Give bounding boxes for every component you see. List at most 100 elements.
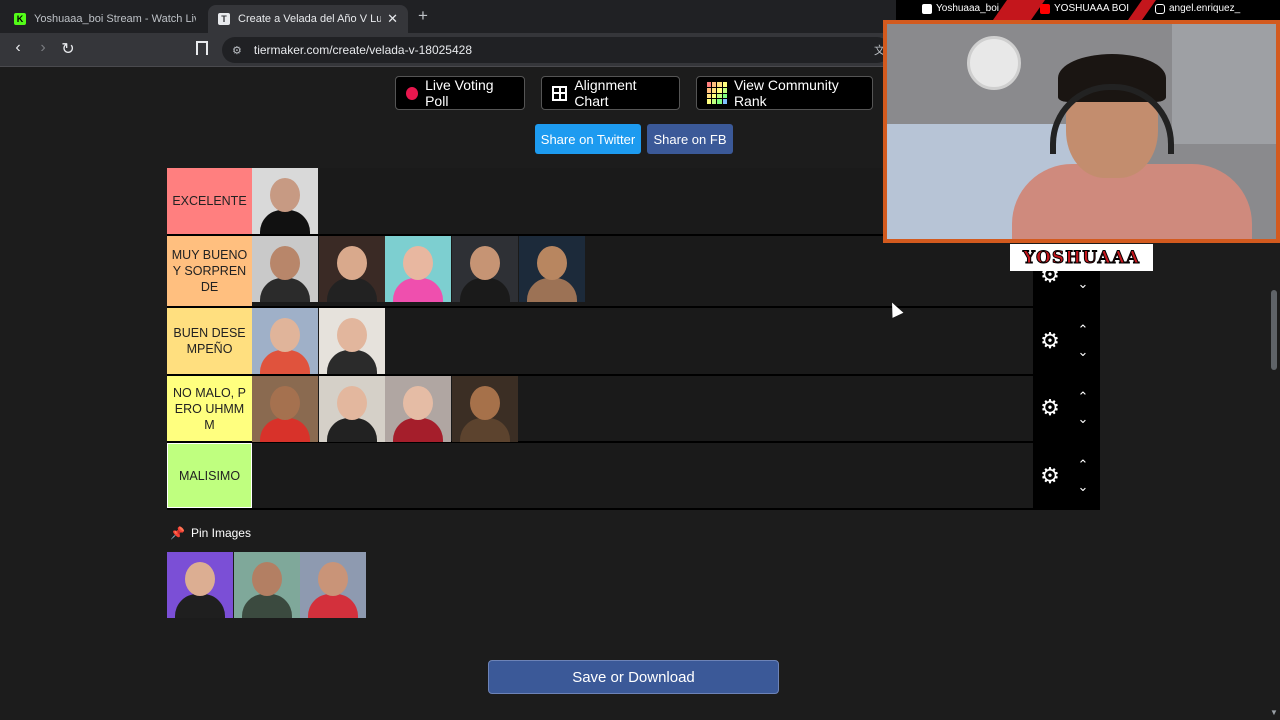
bookmark-icon[interactable]	[196, 41, 208, 55]
thumb-body	[308, 594, 359, 618]
thumb-head	[470, 386, 501, 420]
new-tab-button[interactable]: +	[418, 6, 428, 26]
tier-items[interactable]	[252, 376, 519, 442]
tier-image-thumb-3[interactable]	[385, 376, 452, 442]
reload-icon[interactable]: ↻	[57, 39, 79, 59]
thumb-head	[318, 562, 349, 596]
record-dot-icon	[406, 86, 419, 100]
move-down-chevron-icon[interactable]: ⌄	[1074, 480, 1092, 493]
tier-image-pin-thumb-2[interactable]	[233, 552, 300, 618]
thumb-head	[336, 318, 367, 352]
webcam-feed	[883, 20, 1280, 243]
scroll-down-arrow-icon[interactable]: ▼	[1270, 708, 1278, 717]
streamer	[1012, 54, 1252, 239]
thumb-body	[460, 418, 511, 442]
save-or-download-button[interactable]: Save or Download	[488, 660, 779, 694]
tab-title: Yoshuaaa_boi Stream - Watch Live on Kick	[34, 13, 196, 25]
thumb-head	[403, 386, 434, 420]
instagram-icon	[1155, 3, 1165, 14]
tier-image-thumb-1[interactable]	[252, 236, 318, 302]
tier-settings-gear-icon[interactable]: ⚙	[1039, 397, 1061, 419]
move-up-chevron-icon[interactable]: ⌃	[1074, 458, 1092, 471]
forward-icon[interactable]: ›	[32, 39, 54, 57]
thumb-head	[270, 318, 300, 352]
tier-items[interactable]	[252, 236, 585, 306]
tier-image-thumb-4[interactable]	[452, 376, 519, 442]
thumb-head	[270, 246, 300, 280]
thumb-head	[251, 562, 282, 596]
webcam-scene	[887, 24, 1276, 239]
tier-image-thumb-2[interactable]	[318, 376, 385, 442]
thumb-body	[526, 278, 577, 302]
pin-images-label: Pin Images	[190, 526, 251, 540]
tier-label[interactable]: NO MALO, PERO UHMMM	[167, 376, 252, 441]
tiermaker-favicon-icon: T	[218, 13, 230, 25]
site-info-icon[interactable]: ⚙	[232, 44, 242, 57]
thumb-head	[403, 246, 434, 280]
back-icon[interactable]: ‹	[7, 39, 29, 57]
tier-items[interactable]	[252, 168, 319, 234]
thumb-head	[270, 386, 300, 420]
tier-image-thumb-1[interactable]	[252, 376, 318, 442]
tier-label[interactable]: MALISIMO	[167, 443, 252, 508]
tier-image-thumb-2[interactable]	[318, 308, 385, 374]
tier-row-no-malo: NO MALO, PERO UHMMM	[167, 376, 1033, 443]
tier-label[interactable]: MUY BUENO Y SORPRENDE	[167, 236, 252, 306]
move-down-chevron-icon[interactable]: ⌄	[1074, 345, 1092, 358]
pin-images-tray[interactable]	[167, 552, 367, 618]
tier-image-thumb-3[interactable]	[385, 236, 452, 302]
address-bar[interactable]: ⚙ tiermaker.com/create/velada-v-18025428	[222, 37, 890, 63]
move-up-chevron-icon[interactable]: ⌃	[1074, 390, 1092, 403]
tab-kick-stream[interactable]: K Yoshuaaa_boi Stream - Watch Live on Ki…	[4, 5, 206, 33]
tier-image-pin-thumb-3[interactable]	[300, 552, 367, 618]
thumb-head	[336, 386, 367, 420]
thumb-body	[175, 594, 225, 618]
share-twitter-button[interactable]: Share on Twitter	[535, 124, 641, 154]
tier-image-thumb-1[interactable]	[252, 168, 318, 234]
tier-image-thumb-1[interactable]	[252, 308, 318, 374]
color-grid-icon	[707, 82, 727, 104]
thumb-body	[241, 594, 292, 618]
tab-title: Create a Velada del Año V Lucha Tier Lis…	[238, 13, 382, 25]
move-down-chevron-icon[interactable]: ⌄	[1074, 412, 1092, 425]
button-label: Live Voting Poll	[425, 77, 494, 109]
share-fb-button[interactable]: Share on FB	[647, 124, 733, 154]
pushpin-icon: 📌	[170, 526, 185, 540]
view-community-rank-button[interactable]: View Community Rank	[696, 76, 873, 110]
tab-tiermaker[interactable]: T Create a Velada del Año V Lucha Tier L…	[208, 5, 408, 33]
grid-icon	[552, 85, 568, 101]
thumb-body	[260, 418, 310, 442]
thumb-head	[470, 246, 501, 280]
thumb-body	[460, 278, 511, 302]
tier-label[interactable]: EXCELENTE	[167, 168, 252, 234]
thumb-body	[260, 278, 310, 302]
live-voting-poll-button[interactable]: Live Voting Poll	[395, 76, 525, 110]
thumb-head	[270, 178, 300, 212]
tier-image-pin-thumb-1[interactable]	[167, 552, 233, 618]
thumb-body	[393, 418, 444, 442]
close-tab-icon[interactable]: ✕	[387, 11, 398, 27]
thumb-head	[536, 246, 567, 280]
move-down-chevron-icon[interactable]: ⌄	[1074, 277, 1092, 290]
tier-image-thumb-4[interactable]	[452, 236, 519, 302]
move-up-chevron-icon[interactable]: ⌃	[1074, 323, 1092, 336]
youtube-icon	[1040, 3, 1050, 14]
tier-label[interactable]: BUEN DESEMPEÑO	[167, 308, 252, 374]
tiktok-icon	[922, 3, 932, 14]
thumb-head	[185, 562, 215, 596]
thumb-head	[336, 246, 367, 280]
tier-items[interactable]	[252, 308, 385, 374]
youtube-name: YOSHUAAA BOI	[1054, 3, 1130, 14]
tier-settings-gear-icon[interactable]: ⚙	[1039, 330, 1061, 352]
tier-image-thumb-5[interactable]	[518, 236, 585, 302]
thumb-body	[260, 210, 310, 234]
thumb-body	[326, 278, 377, 302]
tiktok-name: Yoshuaaa_boi	[936, 3, 1000, 14]
tier-settings-gear-icon[interactable]: ⚙	[1039, 465, 1061, 487]
instagram-handle: angel.enriquez_	[1155, 3, 1240, 14]
thumb-body	[393, 278, 444, 302]
alignment-chart-button[interactable]: Alignment Chart	[541, 76, 680, 110]
tier-image-thumb-2[interactable]	[318, 236, 385, 302]
thumb-body	[260, 350, 310, 374]
page-scrollbar-thumb[interactable]	[1271, 290, 1277, 370]
